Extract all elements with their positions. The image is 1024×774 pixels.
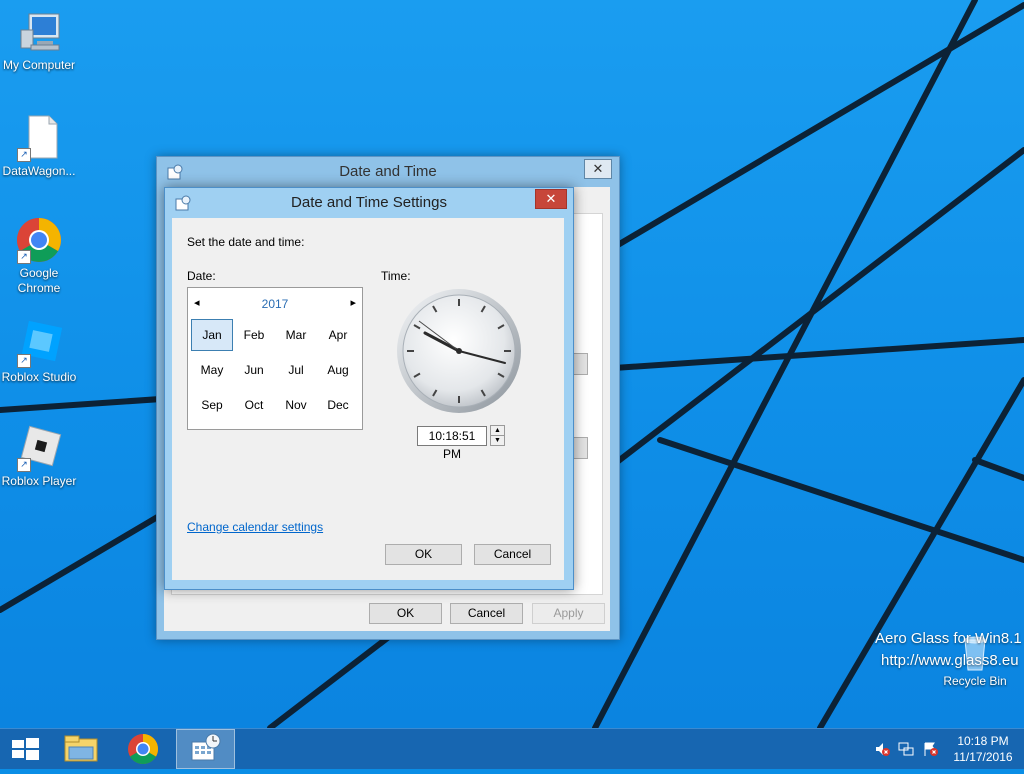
- close-button[interactable]: ✕: [584, 159, 612, 179]
- change-calendar-settings-link[interactable]: Change calendar settings: [187, 520, 323, 534]
- desktop-icon-datawagon[interactable]: ↗ DataWagon...: [0, 114, 78, 179]
- month-nov[interactable]: Nov: [275, 389, 317, 421]
- desktop-icon-label: Roblox Studio: [1, 370, 77, 384]
- month-dec[interactable]: Dec: [317, 389, 359, 421]
- desktop-icon-google-chrome[interactable]: ↗ Google Chrome: [0, 216, 78, 296]
- desktop-icon-label: DataWagon...: [2, 164, 76, 178]
- desktop-icon-label: Recycle Bin: [943, 674, 1007, 688]
- desktop-icon-label: Google Chrome: [17, 266, 61, 295]
- action-center-flag-icon[interactable]: [922, 741, 938, 757]
- dialog-client-area: Set the date and time: Date: Time: ◂ 201…: [172, 218, 564, 580]
- month-apr[interactable]: Apr: [317, 319, 359, 351]
- calendar-next-button[interactable]: ▸: [350, 296, 356, 309]
- clock-time[interactable]: 10:18 PM: [950, 734, 1016, 748]
- time-field[interactable]: 10:18:51 PM: [417, 426, 487, 461]
- calendar: ◂ 2017 ▸ Jan Feb Mar Apr May Jun Jul Aug…: [187, 287, 363, 430]
- taskbar: 10:18 PM 11/17/2016: [0, 728, 1024, 769]
- computer-icon: [15, 8, 63, 56]
- cancel-button[interactable]: Cancel: [450, 603, 523, 624]
- roblox-player-icon: ↗: [15, 424, 63, 472]
- time-spin-down-button[interactable]: ▼: [490, 435, 505, 446]
- date-and-time-settings-dialog: Date and Time Settings ✕ Set the date an…: [164, 187, 574, 590]
- calendar-year[interactable]: 2017: [188, 297, 362, 311]
- shortcut-arrow-icon: ↗: [17, 354, 31, 368]
- month-may[interactable]: May: [191, 354, 233, 386]
- folder-icon: [64, 735, 98, 762]
- dialog-title: Date and Time Settings: [291, 194, 447, 211]
- watermark-line-2: http://www.glass8.eu: [881, 652, 1019, 669]
- shortcut-arrow-icon: ↗: [17, 250, 31, 264]
- shortcut-arrow-icon: ↗: [17, 458, 31, 472]
- roblox-studio-icon: ↗: [15, 320, 63, 368]
- instruction-text: Set the date and time:: [187, 235, 305, 249]
- volume-muted-icon[interactable]: [874, 741, 890, 757]
- ok-button[interactable]: OK: [385, 544, 462, 565]
- watermark-line-1: Aero Glass for Win8.1: [875, 630, 1022, 647]
- start-button[interactable]: [0, 729, 50, 769]
- month-jan[interactable]: Jan: [191, 319, 233, 351]
- calendar-clock-icon: [191, 733, 221, 761]
- desktop-icon-roblox-studio[interactable]: ↗ Roblox Studio: [0, 320, 78, 385]
- month-oct[interactable]: Oct: [233, 389, 275, 421]
- window-title: Date and Time: [339, 163, 437, 180]
- desktop-icon-my-computer[interactable]: My Computer: [0, 8, 78, 73]
- shortcut-arrow-icon: ↗: [17, 148, 31, 162]
- document-icon: ↗: [15, 114, 63, 162]
- desktop-icon-label: My Computer: [2, 58, 76, 72]
- month-mar[interactable]: Mar: [275, 319, 317, 351]
- month-feb[interactable]: Feb: [233, 319, 275, 351]
- analog-clock: [395, 287, 523, 415]
- date-time-taskbar-button[interactable]: [176, 729, 235, 769]
- desktop-icon-roblox-player[interactable]: ↗ Roblox Player: [0, 424, 78, 489]
- file-explorer-taskbar-button[interactable]: [56, 729, 106, 769]
- chrome-icon: ↗: [15, 216, 63, 264]
- network-icon[interactable]: [898, 741, 914, 757]
- apply-button[interactable]: Apply: [532, 603, 605, 624]
- cancel-button[interactable]: Cancel: [474, 544, 551, 565]
- close-button[interactable]: ✕: [535, 189, 567, 209]
- chrome-taskbar-button[interactable]: [118, 729, 168, 769]
- month-aug[interactable]: Aug: [317, 354, 359, 386]
- windows-logo-icon: [12, 738, 39, 760]
- time-label: Time:: [381, 269, 411, 283]
- month-jun[interactable]: Jun: [233, 354, 275, 386]
- chrome-icon: [128, 734, 159, 765]
- date-label: Date:: [187, 269, 216, 283]
- month-jul[interactable]: Jul: [275, 354, 317, 386]
- clock-date[interactable]: 11/17/2016: [950, 750, 1016, 764]
- ok-button[interactable]: OK: [369, 603, 442, 624]
- month-sep[interactable]: Sep: [191, 389, 233, 421]
- desktop-icon-label: Roblox Player: [1, 474, 77, 488]
